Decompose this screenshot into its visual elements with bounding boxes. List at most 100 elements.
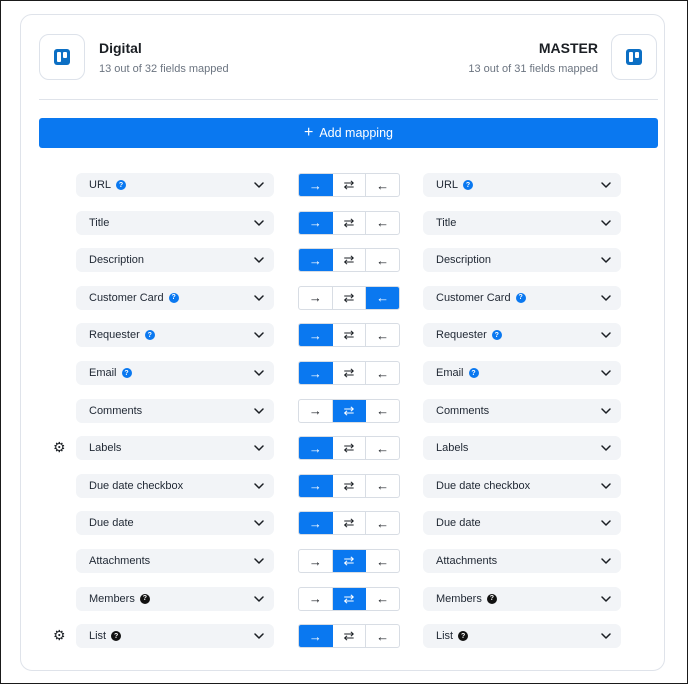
direction-to-right-button[interactable]: → [299,474,333,497]
help-icon[interactable]: ? [515,292,526,303]
direction-to-right-button[interactable]: → [299,437,333,460]
direction-toggle[interactable]: → ⇄ ← [298,248,400,273]
gear-icon[interactable]: ⚙ [53,440,67,454]
direction-both-button[interactable]: ⇄ [333,286,367,309]
left-field-select[interactable]: Members? [76,586,274,611]
help-icon[interactable]: ? [121,368,132,378]
direction-to-left-button[interactable]: ← [366,437,399,459]
help-icon[interactable]: ? [491,330,502,341]
direction-to-left-button[interactable]: ← [366,588,399,610]
direction-toggle[interactable]: → ⇄ ← [298,361,400,385]
chevron-down-icon [600,217,612,229]
help-icon[interactable]: ? [116,180,127,190]
direction-to-left-button[interactable]: ← [366,512,399,534]
direction-both-button[interactable]: ⇄ [332,550,367,572]
right-field-select[interactable]: Labels [423,436,621,461]
left-field-select[interactable]: URL? [76,173,274,197]
direction-both-button[interactable]: ⇄ [333,211,367,234]
direction-both-button[interactable]: ⇄ [333,174,367,196]
left-field-select[interactable]: Due date [76,511,274,536]
direction-to-right-button[interactable]: → [299,399,333,422]
right-field-select[interactable]: Title [423,210,621,235]
left-field-select[interactable]: Labels [76,436,274,461]
right-field-select[interactable]: Email? [423,361,621,385]
direction-to-right-button[interactable]: → [299,286,333,309]
help-icon[interactable]: ? [139,593,150,604]
direction-to-right-button[interactable]: → [299,362,333,384]
direction-both-button[interactable]: ⇄ [333,474,367,497]
direction-toggle[interactable]: → ⇄ ← [298,173,400,197]
right-field-select[interactable]: Due date [423,511,621,536]
direction-to-right-button[interactable]: → [299,512,333,535]
direction-toggle[interactable]: → ⇄ ← [298,323,400,348]
direction-to-right-button[interactable]: → [299,249,333,272]
direction-toggle[interactable]: → ⇄ ← [298,436,400,461]
direction-to-left-button[interactable]: ← [366,286,399,309]
help-icon[interactable]: ? [111,631,122,642]
right-field-select[interactable]: Customer Card? [423,285,621,310]
left-field-label: URL [89,179,112,191]
help-icon[interactable]: ? [168,292,179,303]
right-field-label: Due date [436,517,481,530]
left-field-select[interactable]: Attachments [76,549,274,573]
direction-to-right-button[interactable]: → [299,174,333,196]
direction-toggle[interactable]: → ⇄ ← [298,398,400,423]
direction-both-button[interactable]: ⇄ [333,249,367,272]
direction-both-button[interactable]: ⇄ [333,625,367,648]
right-field-select[interactable]: Description [423,248,621,273]
help-icon[interactable]: ? [468,368,479,378]
direction-both-button[interactable]: ⇄ [333,437,367,460]
direction-toggle[interactable]: → ⇄ ← [298,549,400,573]
direction-to-left-button[interactable]: ← [366,362,399,384]
direction-to-left-button[interactable]: ← [366,475,399,497]
direction-to-left-button[interactable]: ← [366,212,399,234]
left-field-select[interactable]: Comments [76,398,274,423]
left-field-select[interactable]: Email? [76,361,274,385]
chevron-down-icon [600,630,612,642]
right-field-label: URL [436,179,459,191]
direction-to-right-button[interactable]: → [299,324,333,347]
direction-to-right-button[interactable]: → [299,550,333,572]
left-field-select[interactable]: Description [76,248,274,273]
direction-toggle[interactable]: → ⇄ ← [298,586,400,611]
left-field-label: Labels [89,442,122,455]
direction-to-left-button[interactable]: ← [366,550,399,572]
gear-icon[interactable]: ⚙ [53,628,67,642]
direction-both-button[interactable]: ⇄ [332,399,367,422]
direction-to-left-button[interactable]: ← [366,249,399,271]
right-field-select[interactable]: Due date checkbox [423,473,621,498]
left-field-select[interactable]: Title [76,210,274,235]
left-field-select[interactable]: Customer Card? [76,285,274,310]
right-field-select[interactable]: List? [423,624,621,649]
help-icon[interactable]: ? [144,330,155,341]
help-icon[interactable]: ? [458,631,469,642]
direction-to-left-button[interactable]: ← [366,324,399,346]
right-field-select[interactable]: URL? [423,173,621,197]
direction-to-right-button[interactable]: → [299,587,333,610]
direction-to-right-button[interactable]: → [299,211,333,234]
direction-both-button[interactable]: ⇄ [332,587,367,610]
direction-to-left-button[interactable]: ← [366,174,399,196]
direction-toggle[interactable]: → ⇄ ← [298,511,400,536]
direction-toggle[interactable]: → ⇄ ← [298,624,400,649]
direction-both-button[interactable]: ⇄ [333,324,367,347]
direction-both-button[interactable]: ⇄ [333,362,367,384]
direction-to-left-button[interactable]: ← [366,625,399,647]
help-icon[interactable]: ? [463,180,474,190]
chevron-down-icon [253,367,265,379]
right-field-select[interactable]: Members? [423,586,621,611]
direction-both-button[interactable]: ⇄ [333,512,367,535]
direction-toggle[interactable]: → ⇄ ← [298,473,400,498]
direction-toggle[interactable]: → ⇄ ← [298,285,400,310]
help-icon[interactable]: ? [486,593,497,604]
right-field-select[interactable]: Requester? [423,323,621,348]
right-field-select[interactable]: Attachments [423,549,621,573]
left-field-select[interactable]: List? [76,624,274,649]
add-mapping-button[interactable]: + Add mapping [39,118,658,148]
left-field-select[interactable]: Requester? [76,323,274,348]
direction-toggle[interactable]: → ⇄ ← [298,210,400,235]
right-field-select[interactable]: Comments [423,398,621,423]
direction-to-left-button[interactable]: ← [366,400,399,422]
left-field-select[interactable]: Due date checkbox [76,473,274,498]
direction-to-right-button[interactable]: → [299,625,333,648]
